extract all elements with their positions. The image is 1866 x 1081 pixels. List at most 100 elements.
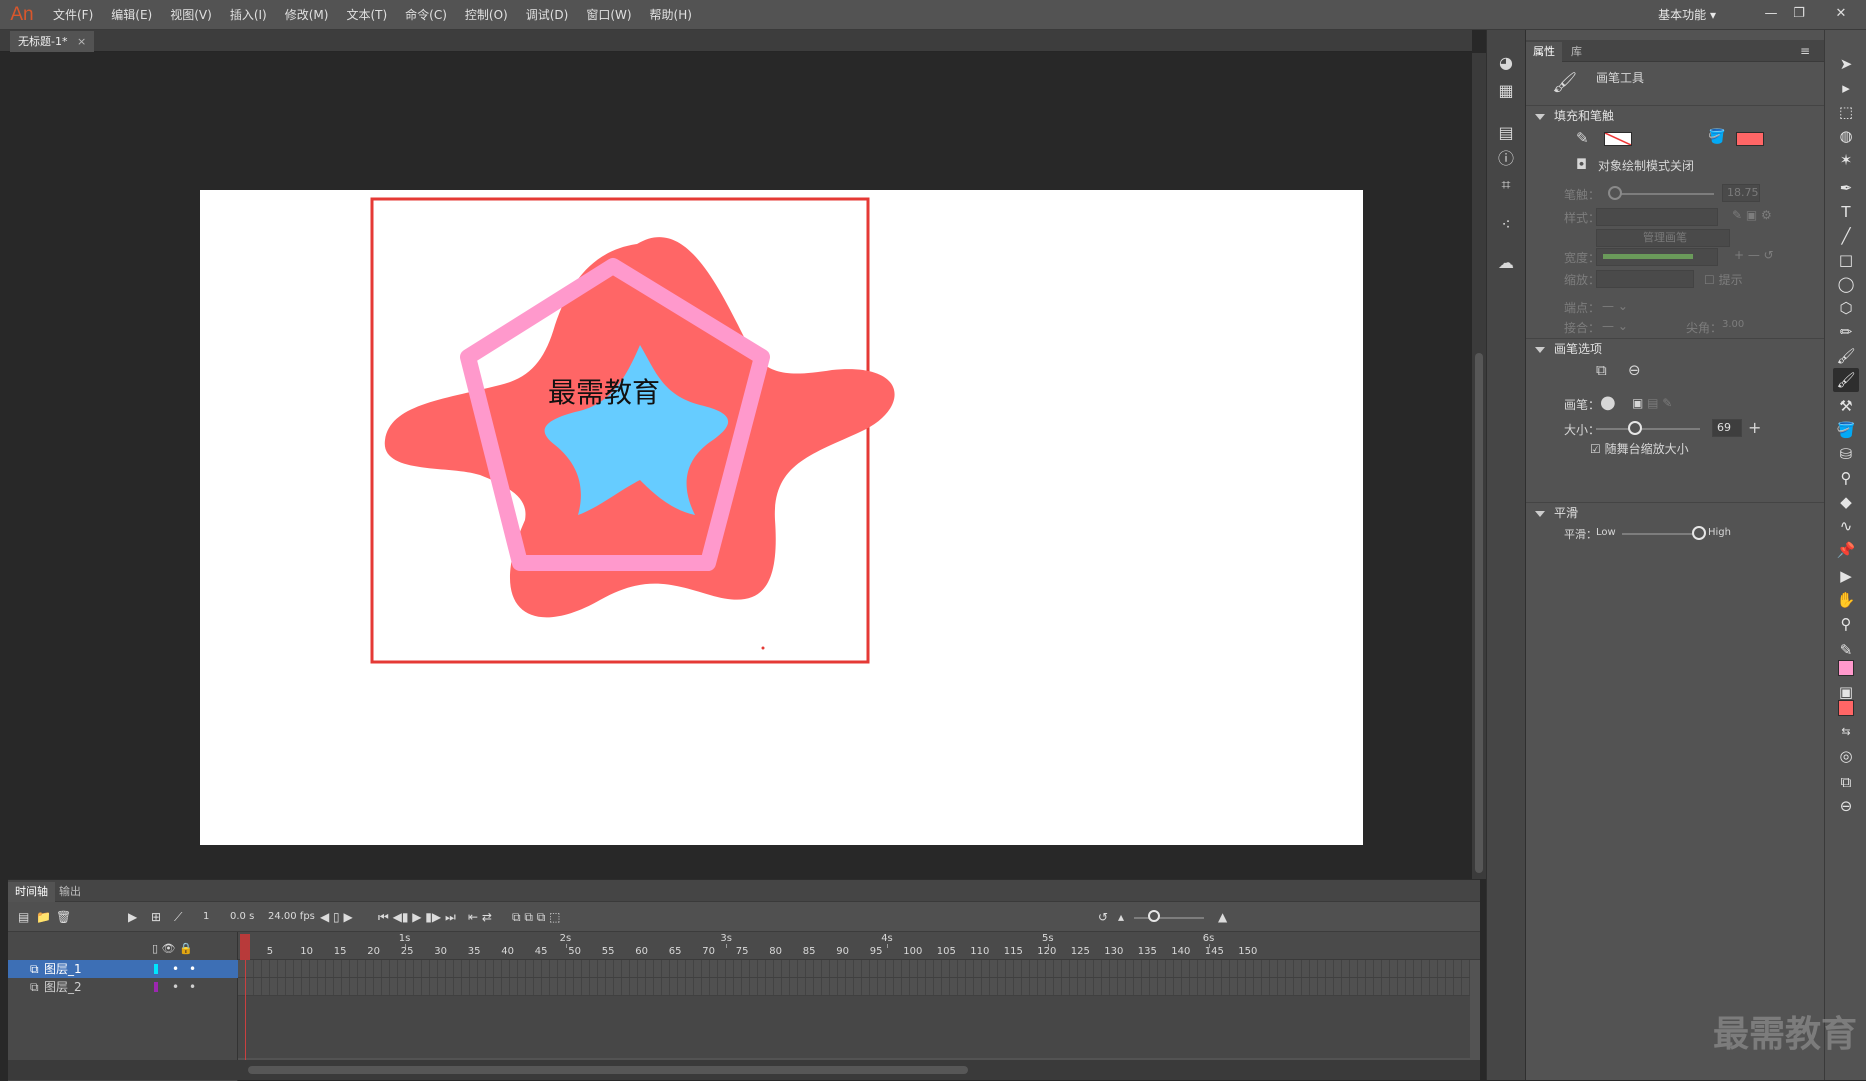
section-brush-options[interactable]: 画笔选项 <box>1526 338 1824 358</box>
layer-row[interactable]: ⧉ 图层_1 • • <box>8 960 238 978</box>
document-tab[interactable]: 无标题-1* × <box>10 31 95 52</box>
new-layer-icon[interactable]: ▤ <box>18 909 29 925</box>
close-window-button[interactable]: ✕ <box>1828 3 1854 25</box>
pen-tool-icon[interactable]: ✒ <box>1833 176 1859 200</box>
fill-color-tool-swatch[interactable] <box>1838 700 1854 716</box>
minimize-button[interactable]: — <box>1758 3 1784 25</box>
size-plus-button[interactable]: + <box>1748 418 1761 437</box>
menu-control[interactable]: 控制(O) <box>456 0 517 30</box>
edit-style-icon[interactable]: ✎ ▣ ⚙ <box>1732 208 1772 222</box>
width-tool-icon[interactable]: ∿ <box>1833 514 1859 538</box>
frame-rate[interactable]: 24.00 fps <box>268 909 315 925</box>
free-transform-tool-icon[interactable]: ⬚ <box>1833 100 1859 124</box>
transform-panel-icon[interactable]: ⌗ <box>1495 174 1517 196</box>
menu-debug[interactable]: 调试(D) <box>517 0 578 30</box>
workspace-switcher[interactable]: 基本功能 ▾ <box>1658 0 1716 30</box>
loop-icon[interactable]: ⇤ ⇄ <box>468 909 492 925</box>
smoothing-slider-track[interactable] <box>1622 533 1700 535</box>
stage-vertical-scrollbar[interactable] <box>1472 53 1486 879</box>
smoothing-slider-knob[interactable] <box>1692 526 1706 540</box>
3d-rotation-tool-icon[interactable]: ◍ <box>1833 124 1859 148</box>
rectangle-tool-icon[interactable]: □ <box>1833 248 1859 272</box>
paint-bucket-tool-icon[interactable]: 🪣 <box>1833 418 1859 442</box>
timeline-zoom-knob[interactable] <box>1148 910 1160 922</box>
bone-tool-icon[interactable]: ⚒ <box>1833 394 1859 418</box>
stroke-color-tool-icon[interactable]: ✎ <box>1833 638 1859 662</box>
style-dropdown[interactable] <box>1596 208 1718 226</box>
menu-text[interactable]: 文本(T) <box>337 0 396 30</box>
menu-commands[interactable]: 命令(C) <box>396 0 456 30</box>
hand-tool-icon[interactable]: ✋ <box>1833 588 1859 612</box>
layer-lock-dot[interactable]: • <box>189 978 196 996</box>
cap-dropdown[interactable]: — ⌄ <box>1602 299 1628 313</box>
menu-edit[interactable]: 编辑(E) <box>102 0 161 30</box>
components-panel-icon[interactable]: ⁖ <box>1495 214 1517 236</box>
oval-tool-icon[interactable]: ◯ <box>1833 272 1859 296</box>
current-frame[interactable]: 1 <box>203 909 209 925</box>
layer-name[interactable]: 图层_1 <box>44 960 82 978</box>
join-dropdown[interactable]: — ⌄ <box>1602 319 1628 333</box>
zoom-in-timeline-icon[interactable]: ▲ <box>1218 909 1227 925</box>
layer-row[interactable]: ⧉ 图层_2 • • <box>8 978 238 996</box>
subselection-tool-icon[interactable]: ▸ <box>1833 76 1859 100</box>
frames-grid[interactable] <box>238 960 1470 1058</box>
swatches-panel-icon[interactable]: ▦ <box>1495 80 1517 102</box>
paint-brush-tool-icon[interactable]: 🖌 <box>1833 344 1859 368</box>
stroke-color-tool-swatch[interactable] <box>1838 660 1854 676</box>
layer-header-icons[interactable]: ▯ 👁 🔒 <box>152 942 193 955</box>
size-slider-knob[interactable] <box>1628 421 1642 435</box>
lock-fill-icon[interactable]: ⧉ <box>1596 361 1607 379</box>
horizontal-scrollbar[interactable] <box>8 1060 1480 1080</box>
brush-shape-circle-icon[interactable]: ● <box>1600 392 1616 413</box>
scrollbar-thumb[interactable] <box>248 1066 968 1074</box>
new-folder-icon[interactable]: 📁 <box>36 909 51 925</box>
stroke-slider-knob[interactable] <box>1608 186 1622 200</box>
stroke-color-swatch[interactable] <box>1604 132 1632 146</box>
playback-controls-icon[interactable]: ⏮ ◀▮ ▶ ▮▶ ⏭ <box>378 909 456 925</box>
swap-colors-icon[interactable]: ⇆ <box>1833 720 1859 744</box>
width-profile-dropdown[interactable] <box>1596 248 1718 266</box>
brush-mode-icon[interactable]: ⊖ <box>1628 361 1641 379</box>
info-panel-icon[interactable]: ⓘ <box>1495 148 1517 170</box>
playhead[interactable] <box>240 934 250 960</box>
layer-name[interactable]: 图层_2 <box>44 978 82 996</box>
stage-text[interactable]: 最需教育 <box>548 376 660 409</box>
eraser-tool-icon[interactable]: ◆ <box>1833 490 1859 514</box>
stroke-value-field[interactable]: 18.75 <box>1722 184 1760 202</box>
panel-menu-icon[interactable]: ≡ <box>1800 44 1810 58</box>
menu-insert[interactable]: 插入(I) <box>221 0 276 30</box>
camera-icon[interactable]: ▶ <box>128 909 137 925</box>
keyframe-nav-icon[interactable]: ◀ ▯ ▶ <box>320 909 353 925</box>
lock-fill-tool-icon[interactable]: ⧉ <box>1833 770 1859 794</box>
section-fill-stroke[interactable]: 填充和笔触 <box>1526 105 1824 125</box>
frame-ruler[interactable]: 1s2s3s4s5s6s 151015202530354045505560657… <box>238 932 1480 960</box>
scale-with-stage-checkbox[interactable]: ☑ 随舞台缩放大小 <box>1590 440 1689 457</box>
manage-brush-button[interactable]: 管理画笔 <box>1596 229 1730 247</box>
lasso-tool-icon[interactable]: ✶ <box>1833 148 1859 172</box>
asset-warp-tool-icon[interactable]: 📌 <box>1833 538 1859 562</box>
miter-value[interactable]: 3.00 <box>1722 319 1744 330</box>
menu-modify[interactable]: 修改(M) <box>276 0 338 30</box>
align-panel-icon[interactable]: ▤ <box>1495 122 1517 144</box>
menu-view[interactable]: 视图(V) <box>161 0 221 30</box>
current-time[interactable]: 0.0 s <box>230 909 254 925</box>
delete-layer-icon[interactable]: 🗑 <box>56 909 71 925</box>
section-smoothing[interactable]: 平滑 <box>1526 502 1824 522</box>
object-drawing-mode-icon[interactable]: ◎ <box>1833 744 1859 768</box>
layer-lock-dot[interactable]: • <box>189 960 196 978</box>
polystar-tool-icon[interactable]: ⬡ <box>1833 296 1859 320</box>
timeline-zoom-slider[interactable] <box>1134 917 1204 919</box>
zoom-tool-icon[interactable]: ⚲ <box>1833 612 1859 636</box>
selection-tool-icon[interactable]: ➤ <box>1833 52 1859 76</box>
tab-library[interactable]: 库 <box>1564 42 1589 62</box>
size-slider-track[interactable] <box>1596 428 1700 430</box>
menu-help[interactable]: 帮助(H) <box>641 0 701 30</box>
brush-tool-icon[interactable]: 🖌 <box>1833 368 1859 392</box>
stage[interactable]: 最需教育 <box>200 190 1363 845</box>
layer-visibility-dot[interactable]: • <box>172 960 179 978</box>
cc-libraries-icon[interactable]: ☁ <box>1495 252 1517 274</box>
size-value-field[interactable]: 69 <box>1712 419 1742 437</box>
tab-properties[interactable]: 属性 <box>1526 42 1562 62</box>
stroke-slider-track[interactable] <box>1614 193 1714 195</box>
object-drawing-icon[interactable]: ◘ <box>1576 157 1587 173</box>
